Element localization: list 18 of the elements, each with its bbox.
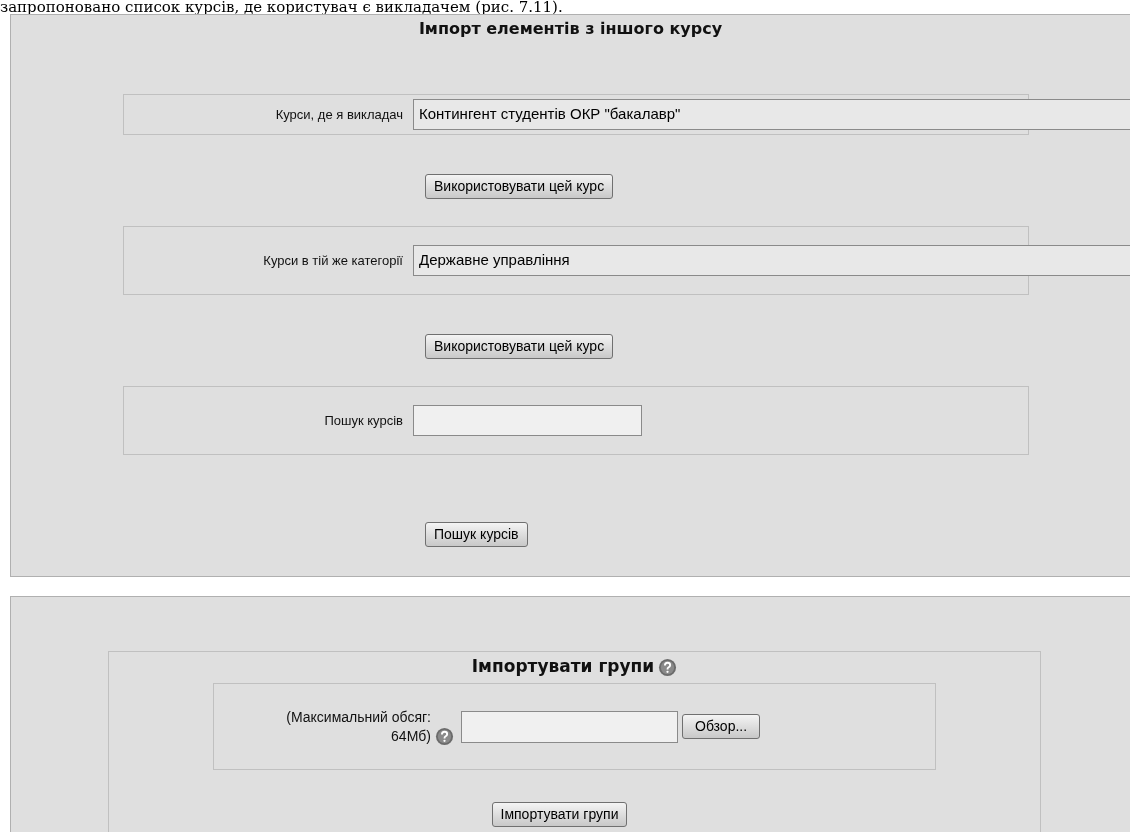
document-text: запропоновано список курсів, де користувач є викладачем (рис. 7.11).	[0, 0, 564, 14]
use-course-button[interactable]: Використовувати цей курс	[425, 174, 614, 199]
panel-title: Імпорт елементів з іншого курсу	[418, 18, 723, 40]
file-size-label: (Максимальний обсяг: 64Мб)	[285, 707, 431, 746]
use-course-button[interactable]: Використовувати цей курс	[425, 334, 614, 359]
help-icon[interactable]	[658, 657, 678, 677]
help-icon[interactable]	[435, 726, 454, 746]
browse-button[interactable]: Обзор...	[682, 714, 761, 739]
import-groups-button[interactable]: Імпортувати групи	[491, 802, 628, 827]
course-select[interactable]: Державне управління	[413, 245, 1130, 276]
field-label: Курси, де я викладач	[274, 105, 404, 124]
course-select[interactable]: Контингент студентів ОКР "бакалавр"	[413, 99, 1130, 130]
field-label: Пошук курсів	[323, 411, 404, 430]
panel-title: Імпортувати групи	[471, 655, 655, 679]
search-field[interactable]	[413, 405, 642, 436]
search-button[interactable]: Пошук курсів	[425, 522, 528, 547]
field-label: Курси в тій же категорії	[262, 251, 404, 270]
file-field[interactable]	[461, 710, 678, 743]
